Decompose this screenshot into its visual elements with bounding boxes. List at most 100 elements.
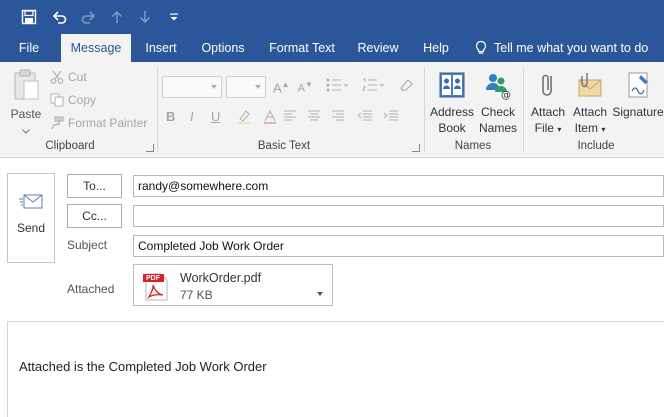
font-name-combo[interactable] xyxy=(162,76,222,98)
quick-access-toolbar xyxy=(0,0,664,34)
list-buttons xyxy=(326,78,384,92)
address-book-icon xyxy=(439,72,465,98)
tab-review[interactable]: Review xyxy=(352,34,404,62)
up-arrow-icon[interactable] xyxy=(106,0,128,34)
check-names-label-1: Check xyxy=(480,105,515,119)
copy-label: Copy xyxy=(68,93,97,107)
tab-format-text[interactable]: Format Text xyxy=(264,34,340,62)
text-color-buttons xyxy=(237,110,277,124)
increase-indent-icon[interactable] xyxy=(383,110,399,122)
numbering-icon[interactable] xyxy=(362,78,384,92)
check-names-label-2: Names xyxy=(478,121,517,135)
tell-me-label: Tell me what you want to do xyxy=(494,41,649,55)
svg-text:@: @ xyxy=(501,90,511,100)
attach-item-icon xyxy=(578,73,602,97)
group-label-names: Names xyxy=(454,140,492,152)
address-book-label-1: Address xyxy=(429,105,475,119)
attach-item-label-1: Attach xyxy=(572,105,608,119)
tab-message[interactable]: Message xyxy=(61,34,131,62)
copy-icon xyxy=(50,93,64,107)
lightbulb-icon xyxy=(475,40,487,54)
attach-file-button[interactable]: Attach File ▾ xyxy=(528,70,568,138)
underline-button[interactable]: U xyxy=(211,109,220,124)
check-names-button[interactable]: @ Check Names xyxy=(475,70,521,136)
paste-icon xyxy=(14,69,39,100)
save-icon[interactable] xyxy=(12,0,46,34)
subject-label: Subject xyxy=(67,238,108,252)
font-grow-shrink: A▲ A▼ xyxy=(273,80,313,95)
format-painter-label: Format Painter xyxy=(68,116,148,130)
check-names-icon: @ xyxy=(486,74,511,101)
tab-options[interactable]: Options xyxy=(196,34,250,62)
group-divider xyxy=(157,68,158,152)
basic-text-launcher-icon[interactable] xyxy=(412,144,420,152)
attachment-name: WorkOrder.pdf xyxy=(180,271,262,285)
signature-button[interactable]: Signature xyxy=(612,70,664,120)
cc-field[interactable] xyxy=(133,205,664,227)
paste-label: Paste xyxy=(10,107,42,121)
message-body[interactable]: Attached is the Completed Job Work Order xyxy=(7,321,664,417)
attach-item-label-2: Item ▾ xyxy=(574,121,606,135)
font-size-combo[interactable] xyxy=(226,76,266,98)
group-label-clipboard: Clipboard xyxy=(45,140,95,152)
group-divider xyxy=(523,68,524,152)
align-center-icon[interactable] xyxy=(307,110,321,122)
attached-label: Attached xyxy=(67,282,115,296)
group-label-include: Include xyxy=(577,140,615,152)
address-book-label-2: Book xyxy=(438,121,466,135)
group-divider xyxy=(424,68,425,152)
undo-icon[interactable] xyxy=(46,0,72,34)
alignment-buttons xyxy=(283,110,345,122)
send-icon xyxy=(19,194,43,209)
cut-label: Cut xyxy=(68,70,87,84)
redo-icon[interactable] xyxy=(76,0,102,34)
customize-icon[interactable] xyxy=(164,0,184,34)
italic-button[interactable]: I xyxy=(190,109,194,124)
shrink-font-icon[interactable]: A▼ xyxy=(298,80,313,95)
to-button[interactable]: To... xyxy=(67,174,122,198)
bullets-icon[interactable] xyxy=(326,78,348,92)
tab-help[interactable]: Help xyxy=(418,34,454,62)
group-label-basic-text: Basic Text xyxy=(257,140,311,152)
outlook-compose-window: File Message Insert Options Format Text … xyxy=(0,0,664,417)
align-left-icon[interactable] xyxy=(283,110,297,122)
indent-buttons xyxy=(357,110,399,122)
signature-icon xyxy=(628,72,648,98)
subject-field[interactable]: Completed Job Work Order xyxy=(133,235,664,257)
attach-file-label-1: Attach xyxy=(530,105,566,119)
down-arrow-icon[interactable] xyxy=(134,0,156,34)
copy-button[interactable]: Copy xyxy=(50,93,96,107)
address-book-button[interactable]: Address Book xyxy=(429,70,475,136)
highlight-icon[interactable] xyxy=(237,110,253,124)
scissors-icon xyxy=(50,70,64,84)
align-right-icon[interactable] xyxy=(331,110,345,122)
attach-item-button[interactable]: Attach Item ▾ xyxy=(570,70,610,138)
attachment-size: 77 KB xyxy=(180,288,213,302)
pdf-file-icon: PDF xyxy=(141,272,171,302)
pdf-badge: PDF xyxy=(146,275,160,282)
paintbrush-icon xyxy=(51,116,64,130)
clipboard-launcher-icon[interactable] xyxy=(146,144,154,152)
attach-file-label-2: File ▾ xyxy=(534,121,562,135)
signature-label: Signature xyxy=(612,105,664,119)
ribbon-tabs: File Message Insert Options Format Text … xyxy=(0,34,664,62)
send-button[interactable]: Send xyxy=(7,173,55,263)
tell-me-box[interactable]: Tell me what you want to do xyxy=(474,34,648,62)
paste-button[interactable]: Paste xyxy=(8,68,44,138)
clear-formatting-icon[interactable] xyxy=(397,78,413,92)
tab-insert[interactable]: Insert xyxy=(139,34,183,62)
message-body-text: Attached is the Completed Job Work Order xyxy=(19,359,267,374)
grow-font-icon[interactable]: A▲ xyxy=(273,80,290,95)
cut-button[interactable]: Cut xyxy=(50,70,87,84)
to-field[interactable]: randy@somewhere.com xyxy=(133,175,664,197)
cc-button[interactable]: Cc... xyxy=(67,204,122,228)
font-color-icon[interactable] xyxy=(263,110,277,124)
chevron-down-icon[interactable] xyxy=(317,283,323,301)
attachment-item[interactable]: PDF WorkOrder.pdf 77 KB xyxy=(133,264,333,306)
format-painter-button[interactable]: Format Painter xyxy=(50,116,147,130)
decrease-indent-icon[interactable] xyxy=(357,110,373,122)
chevron-down-icon xyxy=(22,129,30,134)
send-label: Send xyxy=(16,221,46,235)
bold-button[interactable]: B xyxy=(166,109,175,124)
tab-file[interactable]: File xyxy=(10,34,48,62)
